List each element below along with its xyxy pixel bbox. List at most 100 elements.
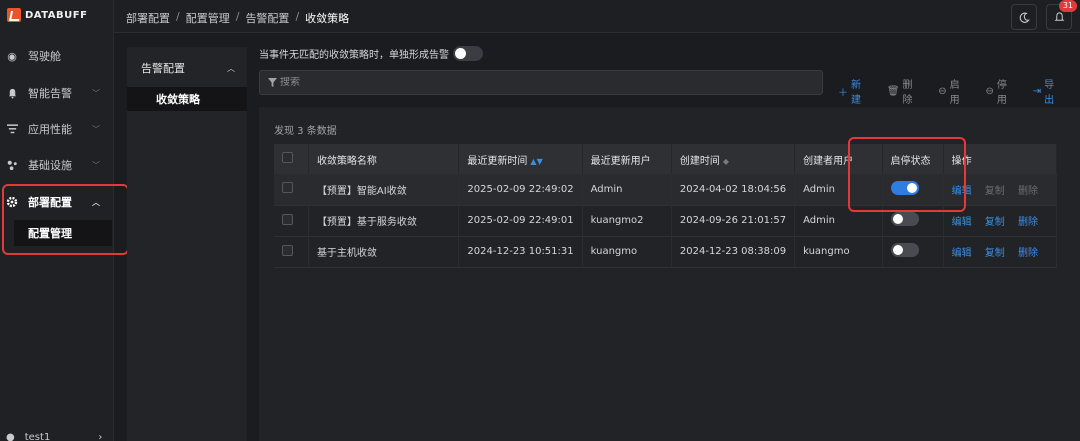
cell-updated-user: kuangmo2 <box>582 205 672 236</box>
breadcrumb-item[interactable]: 告警配置 <box>245 10 289 26</box>
cockpit-icon: ◉ <box>7 49 17 63</box>
copy-link[interactable]: 复制 <box>985 217 1005 228</box>
notification-badge: 31 <box>1058 0 1077 12</box>
copy-link[interactable]: 复制 <box>985 186 1005 197</box>
new-button[interactable]: ＋新建 <box>838 76 870 106</box>
breadcrumb-separator: / <box>295 10 300 23</box>
export-button-label: 导出 <box>1044 80 1055 106</box>
nav-item-alerts[interactable]: 智能告警 ﹀ <box>0 82 114 104</box>
delete-button-label: 删除 <box>902 80 913 106</box>
enable-button[interactable]: ⊖ 启用 <box>938 76 968 106</box>
plus-icon: ＋ <box>838 87 848 99</box>
chevron-up-icon: ︿ <box>92 197 100 207</box>
filter-icon <box>268 78 277 87</box>
nav-subitem-config-management[interactable]: 配置管理 <box>14 220 112 246</box>
select-all-checkbox[interactable] <box>282 152 293 163</box>
status-toggle[interactable] <box>890 212 919 226</box>
table-panel: 发现 3 条数据 收敛策略名称 最近更新时间 ▲▼ 最近更新用户 创建时间 ◆ 创建… <box>259 107 1080 441</box>
table-row: 基于主机收敛 2024-12-23 10:51:31 kuangmo 2024-… <box>274 236 1058 267</box>
cell-name: 基于主机收敛 <box>308 236 460 267</box>
row-checkbox[interactable] <box>282 244 293 256</box>
disable-button[interactable]: ⊖ 停用 <box>986 76 1016 106</box>
apm-icon <box>6 123 18 135</box>
search-box <box>259 70 823 95</box>
cell-created-time: 2024-04-02 18:04:56 <box>671 174 796 205</box>
submenu-item-convergence-strategy[interactable]: 收敛策略 <box>127 87 247 111</box>
trash-icon: 🗑 <box>886 85 900 97</box>
unmatched-alert-toggle[interactable] <box>453 46 483 61</box>
cell-updated-time: 2024-12-23 10:51:31 <box>458 236 583 267</box>
edit-link[interactable]: 编辑 <box>952 186 972 197</box>
moon-icon <box>1019 12 1030 23</box>
nav-item-label: 驾驶舱 <box>28 50 61 63</box>
table-row: 【预置】基于服务收敛 2025-02-09 22:49:01 kuangmo2 … <box>274 205 1058 236</box>
submenu-group-alert-config[interactable]: 告警配置 ︿ <box>127 57 247 79</box>
main-content: 当事件无匹配的收敛策略时，单独形成告警 ＋新建 🗑删除 ⊖启用 ⊖停用 ⇥导出 … <box>259 33 1080 441</box>
nav-item-deployment-config[interactable]: 部署配置 ︿ <box>0 191 114 213</box>
export-button[interactable]: ⇥ 导出 <box>1033 76 1063 106</box>
breadcrumb-item[interactable]: 部署配置 <box>126 10 170 26</box>
breadcrumb-item[interactable]: 配置管理 <box>186 10 230 26</box>
table-header-row: 收敛策略名称 最近更新时间 ▲▼ 最近更新用户 创建时间 ◆ 创建者用户 启停状态 … <box>274 144 1058 174</box>
status-toggle[interactable] <box>890 180 919 195</box>
disable-button-label: 停用 <box>996 80 1007 106</box>
user-menu[interactable]: ● test1 › <box>6 432 102 441</box>
user-icon: ● <box>6 432 15 441</box>
cell-created-time: 2024-09-26 21:01:57 <box>671 205 796 236</box>
cell-creator: kuangmo <box>794 236 883 267</box>
edit-link[interactable]: 编辑 <box>952 248 972 259</box>
edit-link[interactable]: 编辑 <box>952 217 972 228</box>
status-toggle[interactable] <box>890 243 919 257</box>
top-bar: 部署配置 / 配置管理 / 告警配置 / 收敛策略 31 <box>114 0 1080 33</box>
gear-icon <box>6 196 18 208</box>
row-checkbox[interactable] <box>282 213 293 225</box>
cell-updated-time: 2025-02-09 22:49:02 <box>458 174 583 205</box>
logo-icon <box>7 8 21 22</box>
row-checkbox[interactable] <box>282 182 293 194</box>
toggle-off-icon: ⊖ <box>985 85 994 97</box>
theme-toggle-button[interactable] <box>1011 4 1037 30</box>
column-header-creator: 创建者用户 <box>794 144 883 174</box>
column-header-updated-time[interactable]: 最近更新时间 ▲▼ <box>458 144 583 174</box>
select-all-cell <box>274 144 309 174</box>
secondary-menu: 告警配置 ︿ 收敛策略 <box>127 47 247 441</box>
delete-link[interactable]: 删除 <box>1018 186 1038 197</box>
column-header-status: 启停状态 <box>882 144 944 174</box>
sort-icon: ▲▼ <box>530 156 543 166</box>
unmatched-alert-setting: 当事件无匹配的收敛策略时，单独形成告警 <box>259 46 483 61</box>
nav-item-apm[interactable]: 应用性能 ﹀ <box>0 118 114 140</box>
search-input[interactable] <box>280 77 780 88</box>
delete-link[interactable]: 删除 <box>1018 217 1038 228</box>
notification-button[interactable]: 31 <box>1046 0 1077 30</box>
cell-name: 【预置】基于服务收敛 <box>308 205 460 236</box>
cell-created-time: 2024-12-23 08:38:09 <box>671 236 796 267</box>
nav-item-label: 部署配置 <box>28 196 72 209</box>
column-header-created-time[interactable]: 创建时间 ◆ <box>671 144 796 174</box>
chevron-up-icon: ︿ <box>227 63 235 73</box>
delete-button[interactable]: 🗑 删除 <box>887 76 921 106</box>
submenu-group-label: 告警配置 <box>141 62 185 75</box>
breadcrumb-separator: / <box>176 10 180 23</box>
export-icon: ⇥ <box>1032 85 1042 97</box>
chevron-down-icon: ﹀ <box>92 160 100 170</box>
breadcrumb-current: 收敛策略 <box>305 12 350 25</box>
chevron-down-icon: ﹀ <box>92 88 100 98</box>
cell-name: 【预置】智能AI收敛 <box>308 174 460 205</box>
cell-creator: Admin <box>794 174 883 205</box>
nav-item-infrastructure[interactable]: 基础设施 ﹀ <box>0 154 114 176</box>
column-header-actions: 操作 <box>943 144 1058 174</box>
nav-item-cockpit[interactable]: ◉ 驾驶舱 <box>0 45 114 67</box>
new-button-label: 新建 <box>851 80 861 106</box>
column-header-label: 创建时间 <box>679 155 720 167</box>
logo: DATABUFF <box>7 7 87 23</box>
cell-creator: Admin <box>794 205 883 236</box>
column-header-name: 收敛策略名称 <box>308 144 460 174</box>
chevron-down-icon: ﹀ <box>92 124 100 134</box>
infrastructure-icon <box>6 159 18 171</box>
nav-item-label: 基础设施 <box>28 159 72 172</box>
delete-link[interactable]: 删除 <box>1018 248 1038 259</box>
copy-link[interactable]: 复制 <box>985 248 1005 259</box>
result-count: 发现 3 条数据 <box>274 126 337 137</box>
toolbar-actions: ＋新建 🗑 删除 ⊖ 启用 ⊖ 停用 ⇥ 导出 <box>838 76 1080 106</box>
unmatched-alert-label: 当事件无匹配的收敛策略时，单独形成告警 <box>259 50 449 61</box>
